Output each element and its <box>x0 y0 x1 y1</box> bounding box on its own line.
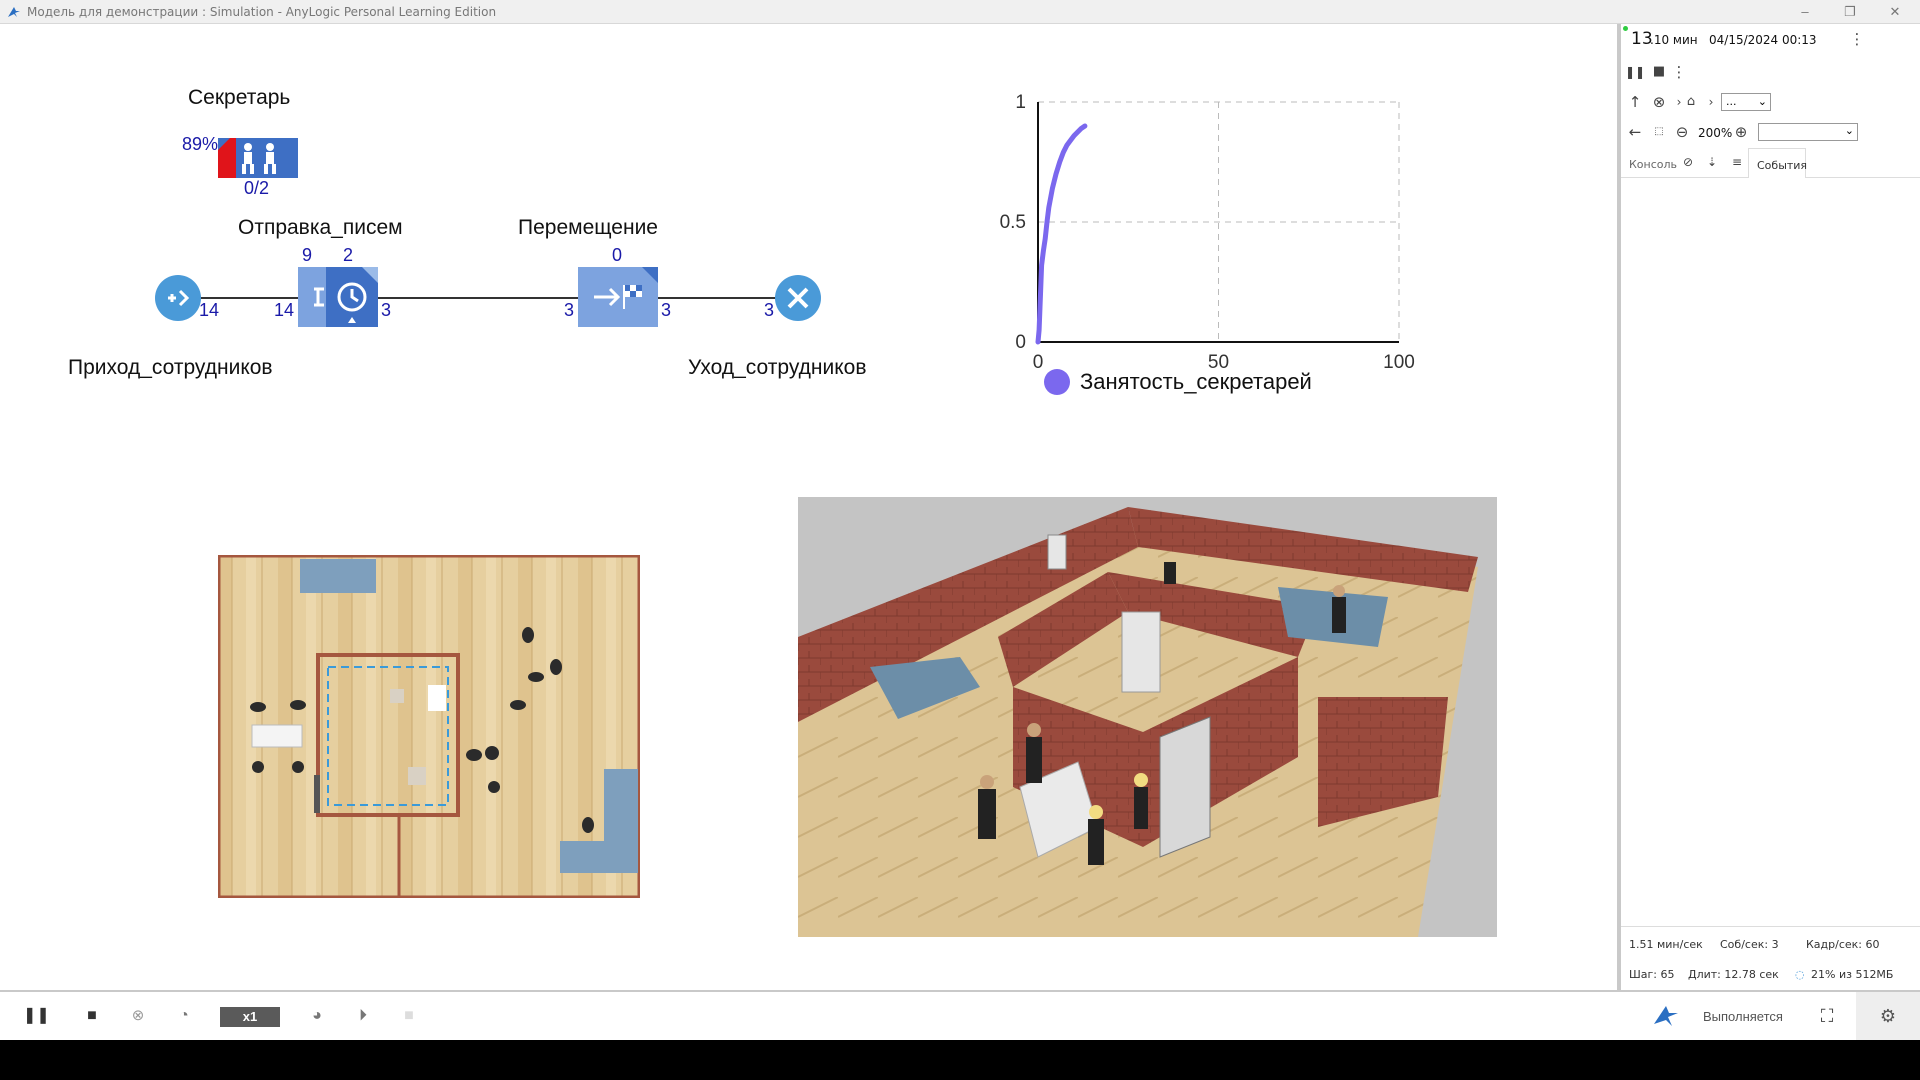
delay-out-count: 3 <box>381 300 392 320</box>
utilization-chart: 0 50 10000.51Занятость_секретарей <box>1000 92 1415 395</box>
running-indicator-icon <box>1623 26 1628 31</box>
source-label: Приход_сотрудников <box>68 356 273 379</box>
legend-marker <box>1044 369 1070 395</box>
stat-duration: Длит: 12.78 сек <box>1688 968 1779 981</box>
step-icon[interactable]: ■ <box>397 1004 421 1028</box>
connector-delay-move <box>377 297 578 299</box>
fullscreen-icon[interactable]: ⛶ <box>1815 1004 1839 1028</box>
chevron-right-icon-2: › <box>1708 95 1714 109</box>
reset-speed-icon[interactable]: ⊗ <box>126 1004 150 1028</box>
speed-indicator: x1 <box>220 1007 280 1027</box>
run-status: Выполняется <box>1703 1009 1783 1024</box>
up-arrow-icon[interactable]: ↑ <box>1625 92 1645 112</box>
y-tick-label: 0 <box>1015 332 1026 353</box>
secretary-count: 0/2 <box>244 178 270 198</box>
minimize-button[interactable]: – <box>1795 2 1815 22</box>
connector-move-sink <box>657 297 779 299</box>
sink-in-count: 3 <box>764 300 775 320</box>
floor-plan-2d[interactable] <box>217 554 641 899</box>
y-tick-label: 1 <box>1015 92 1026 113</box>
developer-panel: 13 .10 мин 04/15/2024 00:13 ⋮ ❚❚ ■ ⋮ ↑ ⊗… <box>1621 24 1920 990</box>
stop-button[interactable]: ■ <box>80 1004 104 1028</box>
stat-model-speed: 1.51 мин/сек <box>1629 938 1703 951</box>
more-menu-icon[interactable]: ⋮ <box>1847 29 1867 49</box>
secretary-label: Секретарь <box>188 86 291 109</box>
tab-events[interactable]: События <box>1748 148 1807 178</box>
anylogic-status-logo-icon <box>1654 1006 1678 1026</box>
delay-label: Отправка_писем <box>238 216 403 239</box>
run-to-end-icon[interactable]: ⏵ <box>351 1004 375 1028</box>
clear-console-icon[interactable]: ⊘ <box>1678 152 1698 172</box>
stat-events-per-sec: Соб/сек: 3 <box>1720 938 1779 951</box>
x-tick-label: 100 <box>1383 352 1415 373</box>
x-tick-label: 0 <box>1033 352 1044 373</box>
scroll-lock-icon[interactable]: ⇣ <box>1702 152 1722 172</box>
anylogic-logo-icon <box>8 7 20 17</box>
move-label: Перемещение <box>518 216 658 239</box>
model-canvas: Секретарь 89% 0/2 Отправка_писем 9 2 14 … <box>0 24 1617 990</box>
zoom-row: ← ⬚ ⊖ 200% ⊕ ⌄ <box>1621 118 1920 148</box>
y-tick-label: 0.5 <box>1000 212 1026 233</box>
source-out-count: 14 <box>199 300 220 320</box>
wrap-lines-icon[interactable]: ≡ <box>1727 152 1747 172</box>
bottom-toolbar: ❚❚ ■ ⊗ ◔ x1 ◕ ⏵ ■ Выполняется ⛶ ⚙ <box>0 990 1920 1040</box>
gear-icon: ⚙ <box>1879 1006 1897 1026</box>
close-window-button[interactable]: ✕ <box>1885 2 1905 22</box>
delay-in-count: 14 <box>274 300 295 320</box>
zoom-level: 200% <box>1698 126 1733 140</box>
back-arrow-icon[interactable]: ← <box>1625 122 1645 142</box>
more-options-icon[interactable]: ⋮ <box>1669 62 1689 82</box>
stat-fps: Кадр/сек: 60 <box>1806 938 1880 951</box>
chevron-down-icon-2: ⌄ <box>1844 124 1854 137</box>
move-block[interactable] <box>578 267 658 327</box>
stat-memory: 21% из 512МБ <box>1811 968 1894 981</box>
delay-queue-count: 9 <box>302 245 313 265</box>
agent-select[interactable]: ... ⌄ <box>1721 93 1771 111</box>
fit-view-icon[interactable]: ⬚ <box>1649 122 1669 142</box>
office-3d-view[interactable] <box>798 497 1497 937</box>
cancel-circle-icon[interactable]: ⊗ <box>1649 92 1669 112</box>
run-controls-row: ❚❚ ■ ⋮ <box>1621 58 1920 88</box>
source-block[interactable] <box>154 274 202 322</box>
move-count: 0 <box>612 245 623 265</box>
move-out-count: 3 <box>661 300 672 320</box>
chevron-down-icon: ⌄ <box>1757 95 1767 108</box>
delay-capacity-count: 2 <box>343 245 354 265</box>
pause-icon[interactable]: ❚❚ <box>1625 62 1645 82</box>
tabs-row: Консоль ⊘ ⇣ ≡ События <box>1621 148 1920 178</box>
model-date: 04/15/2024 00:13 <box>1709 33 1817 47</box>
speed-up-icon[interactable]: ◕ <box>305 1004 329 1028</box>
viewarea-select[interactable]: ⌄ <box>1758 123 1858 141</box>
tab-console[interactable]: Консоль <box>1629 158 1677 171</box>
stats-divider <box>1621 926 1920 927</box>
series-line <box>1035 123 1088 345</box>
model-time-unit: .10 мин <box>1650 33 1698 47</box>
home-icon[interactable]: ⌂ <box>1681 92 1701 112</box>
secretary-utilization: 89% <box>182 134 219 154</box>
pause-button[interactable]: ❚❚ <box>23 1004 50 1028</box>
secretary-resource-icon[interactable] <box>218 138 298 178</box>
slow-down-icon[interactable]: ◔ <box>172 1004 196 1028</box>
move-in-count: 3 <box>564 300 575 320</box>
stat-step: Шаг: 65 <box>1629 968 1675 981</box>
zoom-in-icon[interactable]: ⊕ <box>1731 122 1751 142</box>
sink-block[interactable] <box>774 274 822 322</box>
navigation-row: ↑ ⊗ › ⌂ › ... ⌄ <box>1621 88 1920 118</box>
title-bar: Модель для демонстрации : Simulation - A… <box>0 0 1920 24</box>
screen-bottom-bar <box>0 1040 1920 1080</box>
stop-icon[interactable]: ■ <box>1649 62 1669 82</box>
sink-label: Уход_сотрудников <box>688 356 867 379</box>
zoom-out-icon[interactable]: ⊖ <box>1672 122 1692 142</box>
settings-button[interactable]: ⚙ <box>1856 992 1920 1040</box>
memory-spinner-icon: ◌ <box>1795 968 1805 981</box>
legend-label: Занятость_секретарей <box>1080 369 1312 394</box>
delay-block[interactable] <box>298 267 378 327</box>
window-title: Модель для демонстрации : Simulation - A… <box>27 5 497 19</box>
restore-button[interactable]: ❐ <box>1840 2 1860 22</box>
